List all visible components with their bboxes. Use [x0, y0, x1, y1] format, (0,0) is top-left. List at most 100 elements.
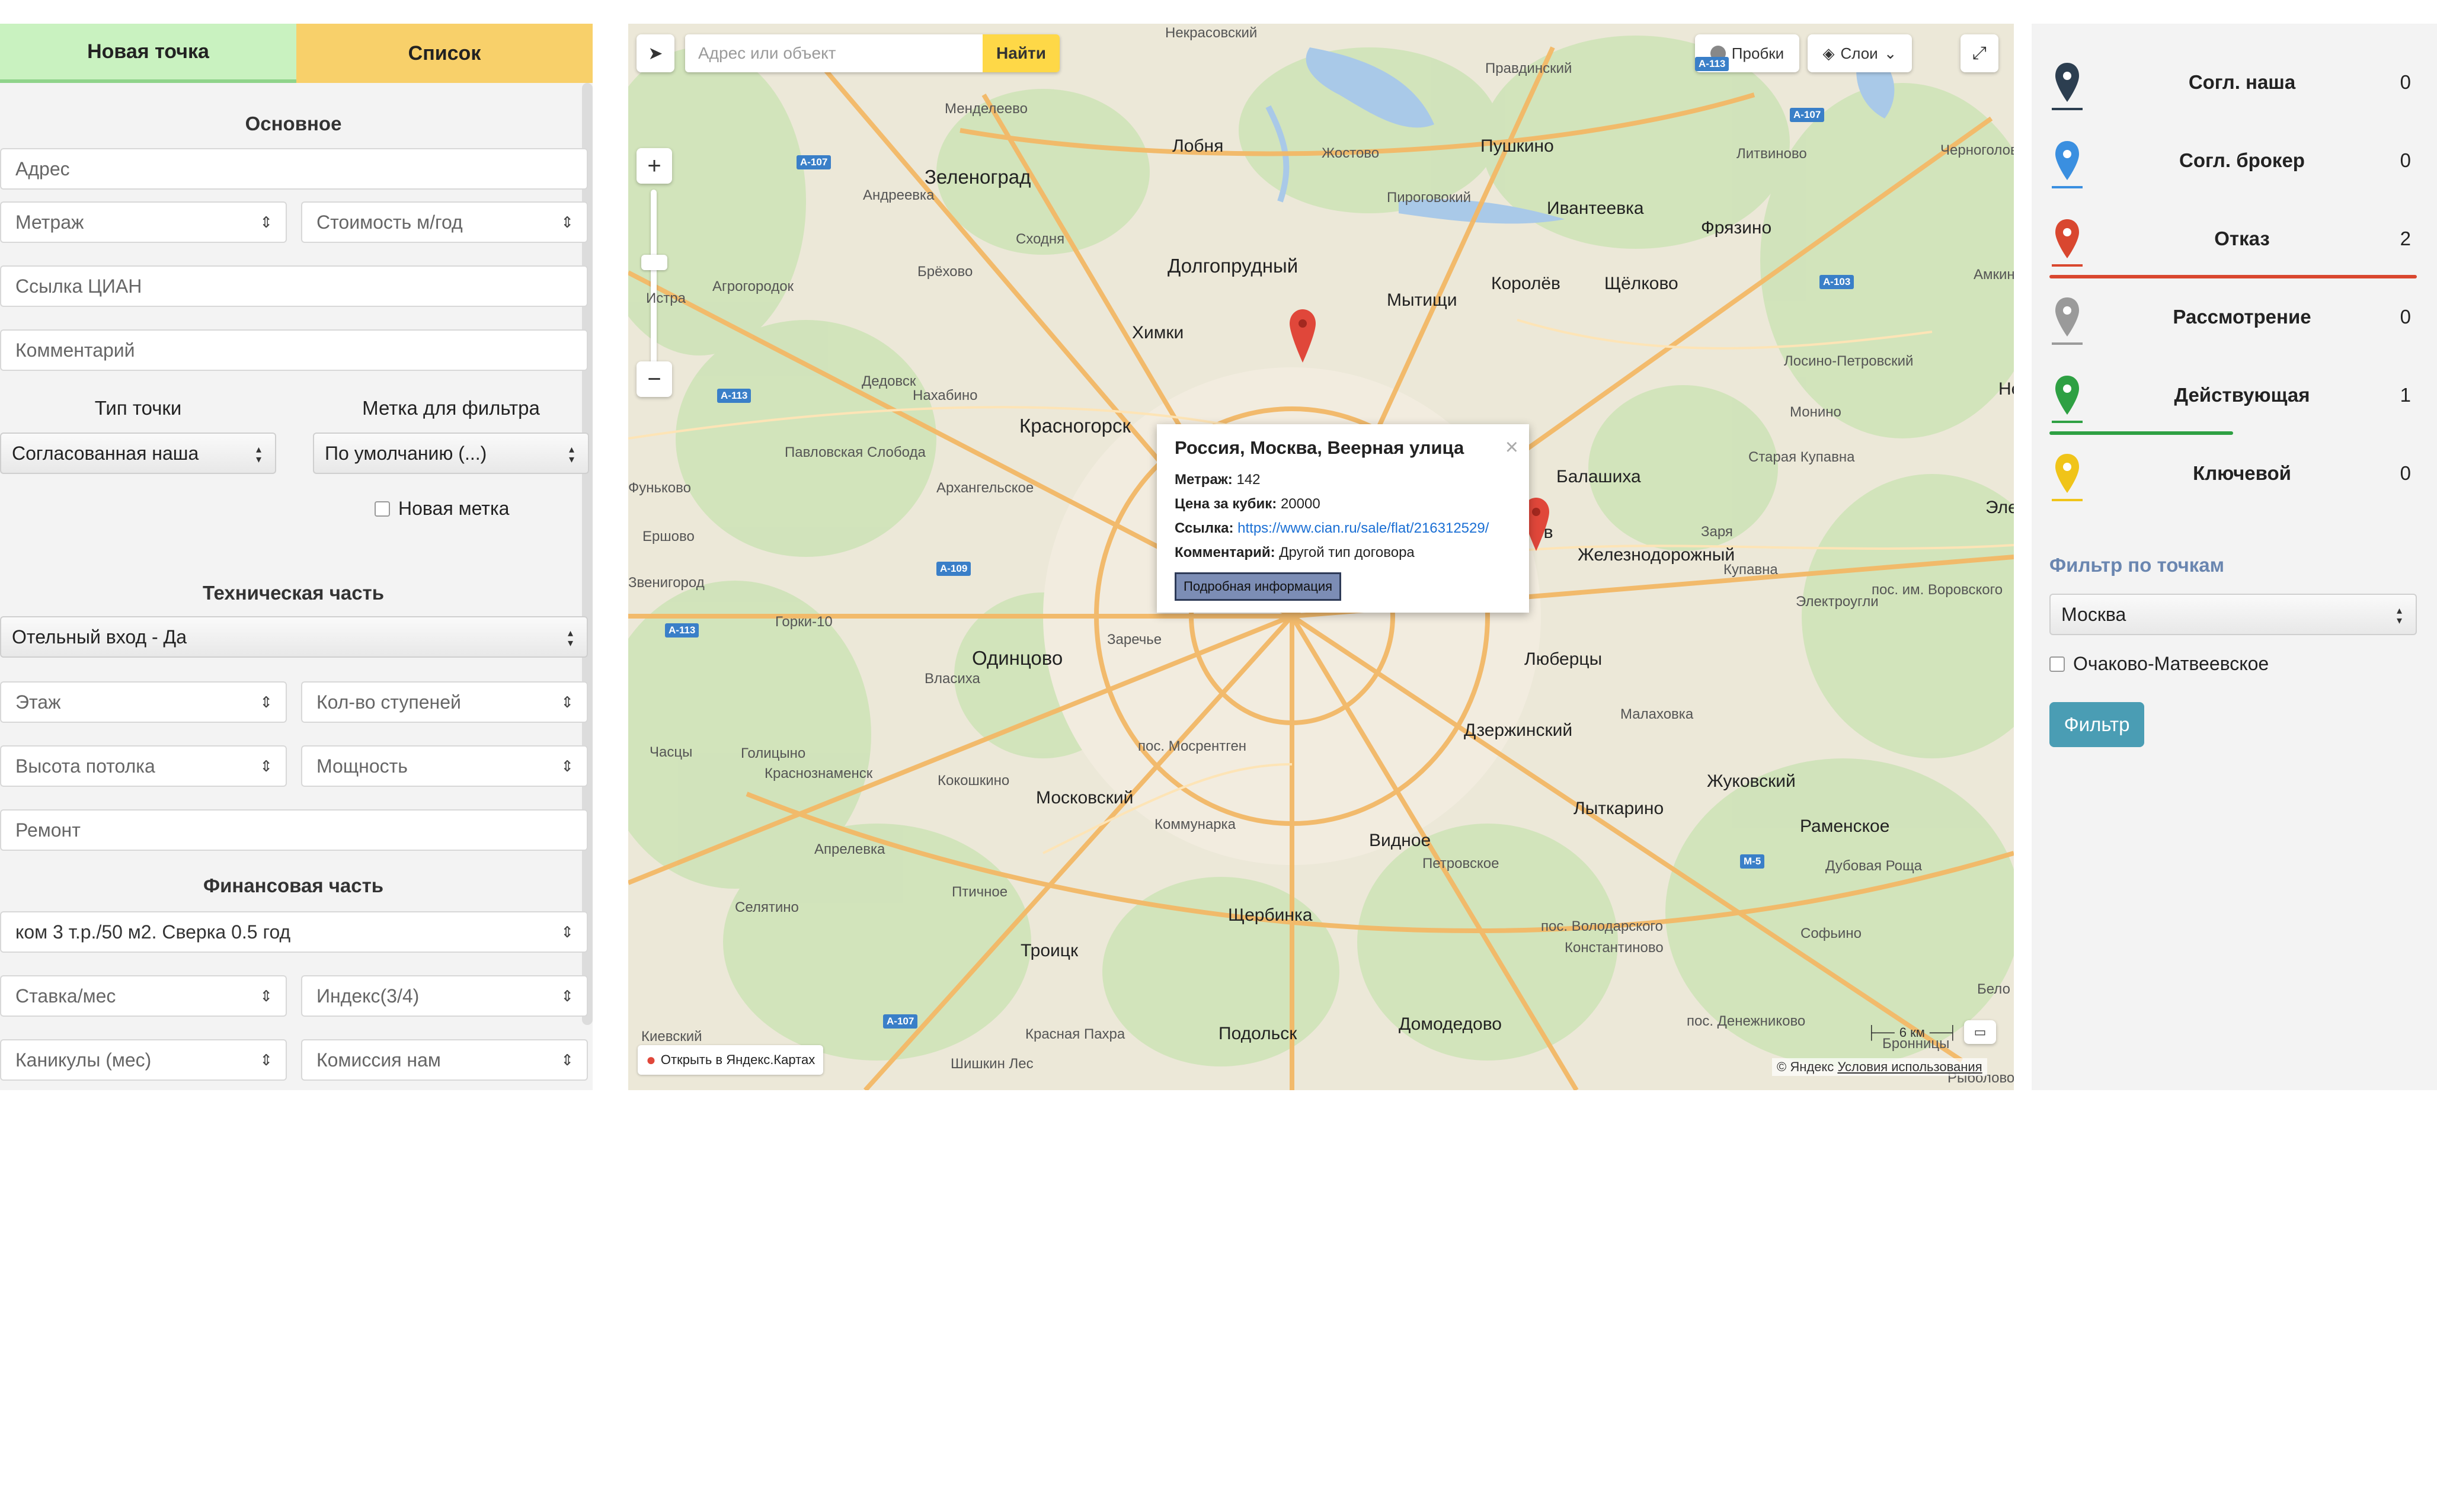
- open-in-yandex-link[interactable]: ● Открыть в Яндекс.Картах: [638, 1045, 824, 1075]
- district-checkbox[interactable]: [2049, 656, 2065, 672]
- place-label: Малаховка: [1620, 706, 1694, 722]
- fullscreen-button[interactable]: ⤢: [1961, 34, 1998, 72]
- highway-badge: A-109: [936, 562, 971, 576]
- place-label: Краснознаменск: [765, 765, 873, 781]
- place-label: Правдинский: [1485, 60, 1572, 76]
- place-label: пос. им. Воровского: [1872, 582, 2003, 598]
- zoom-slider-handle[interactable]: [641, 255, 667, 270]
- app-root: Новая точка Список Основное Адрес Метраж…: [0, 0, 2437, 1512]
- district-checkbox-row[interactable]: Очаково-Матвеевское: [2049, 653, 2269, 675]
- place-label: Селятино: [735, 899, 799, 915]
- ruler-icon: ▭: [1974, 1024, 1987, 1039]
- place-label: Андреевка: [863, 187, 935, 203]
- place-label: Пушкино: [1480, 136, 1554, 156]
- form-scroll-area: Основное Адрес Метраж Стоимость м/год Сс…: [0, 83, 593, 1090]
- balloon-link[interactable]: https://www.cian.ru/sale/flat/216312529/: [1237, 520, 1489, 536]
- red-marker-icon[interactable]: [1290, 309, 1316, 363]
- terms-link[interactable]: Условия использования: [1837, 1059, 1982, 1074]
- place-label: Архангельское: [936, 480, 1034, 496]
- legend-item-label: Согл. наша: [2188, 71, 2296, 93]
- blue-pin-icon: [2052, 141, 2083, 188]
- filter-button[interactable]: Фильтр: [2049, 702, 2144, 747]
- filter-tag-select[interactable]: По умолчанию (...): [313, 433, 589, 474]
- highway-badge: A-113: [665, 623, 699, 638]
- place-label: Жуковский: [1707, 771, 1796, 791]
- ceiling-height-input[interactable]: Высота потолка: [0, 745, 287, 787]
- holidays-input[interactable]: Каникулы (мес): [0, 1039, 287, 1081]
- finance-select[interactable]: ком 3 т.р./50 м2. Сверка 0.5 год: [0, 911, 588, 953]
- place-label: Одинцово: [972, 647, 1063, 669]
- dark-pin-icon: [2052, 63, 2083, 110]
- district-label: Очаково-Матвеевское: [2073, 653, 2269, 674]
- point-balloon: × Россия, Москва, Веерная улица Метраж: …: [1157, 424, 1529, 613]
- cost-input[interactable]: Стоимость м/год: [301, 201, 588, 243]
- place-label: Софьино: [1800, 925, 1862, 941]
- place-label: Фрязино: [1701, 218, 1772, 238]
- floor-input[interactable]: Этаж: [0, 681, 287, 723]
- index-input[interactable]: Индекс(3/4): [301, 975, 588, 1017]
- new-tag-checkbox[interactable]: [375, 501, 390, 517]
- legend-item-count: 2: [2400, 228, 2411, 249]
- place-label: Коммунарка: [1154, 816, 1236, 832]
- copyright-label: © Яндекс: [1777, 1059, 1834, 1074]
- address-input[interactable]: Адрес: [0, 148, 588, 190]
- place-label: Власиха: [925, 671, 980, 687]
- zoom-in-button[interactable]: +: [637, 148, 672, 184]
- place-label: Красная Пахра: [1025, 1026, 1125, 1042]
- map-search-button[interactable]: Найти: [983, 34, 1060, 72]
- legend-item[interactable]: Согл. брокер 0: [2049, 133, 2417, 204]
- scale-bar-end-icon: ──┤: [1929, 1025, 1958, 1040]
- zoom-slider-track[interactable]: [651, 190, 657, 367]
- place-label: Менделеево: [945, 101, 1028, 117]
- ruler-button[interactable]: ▭: [1964, 1020, 1996, 1044]
- map-search-input[interactable]: Адрес или объект: [685, 34, 983, 72]
- commission-input[interactable]: Комиссия нам: [301, 1039, 588, 1081]
- place-label: Красногорск: [1019, 415, 1131, 437]
- place-label: Дубовая Роща: [1825, 858, 1923, 874]
- tab-list[interactable]: Список: [296, 24, 593, 83]
- place-label: Зеленоград: [925, 166, 1031, 188]
- legend-item-count: 0: [2400, 306, 2411, 328]
- repair-input[interactable]: Ремонт: [0, 809, 588, 851]
- point-type-select[interactable]: Согласованная наша: [0, 433, 276, 474]
- new-tag-checkbox-row[interactable]: Новая метка: [375, 498, 509, 520]
- zoom-out-button[interactable]: −: [637, 361, 672, 397]
- balloon-comment-label: Комментарий:: [1175, 544, 1275, 560]
- legend-item[interactable]: Ключевой 0: [2049, 446, 2417, 517]
- section-title-finance: Финансовая часть: [203, 874, 384, 896]
- area-input[interactable]: Метраж: [0, 201, 287, 243]
- yandex-map[interactable]: ➤ Адрес или объект Найти Пробки ◈ Слои ⌄…: [628, 24, 2014, 1090]
- geolocation-button[interactable]: ➤: [637, 34, 674, 72]
- tab-new-point[interactable]: Новая точка: [0, 24, 296, 83]
- place-label: пос. Володарского: [1541, 918, 1663, 934]
- legend-item[interactable]: Отказ 2: [2049, 211, 2417, 282]
- legend-item[interactable]: Действующая 1: [2049, 367, 2417, 438]
- balloon-price-label: Цена за кубик:: [1175, 496, 1277, 512]
- place-label: Киевский: [641, 1029, 702, 1045]
- legend-item[interactable]: Рассмотрение 0: [2049, 289, 2417, 360]
- rate-input[interactable]: Ставка/мес: [0, 975, 287, 1017]
- plus-icon: +: [647, 152, 661, 179]
- power-input[interactable]: Мощность: [301, 745, 588, 787]
- balloon-title: Россия, Москва, Веерная улица: [1175, 437, 1464, 458]
- city-select[interactable]: Москва: [2049, 594, 2417, 635]
- place-label: Ивантеевка: [1547, 198, 1644, 218]
- entrance-select[interactable]: Отельный вход - Да: [0, 616, 588, 658]
- place-label: Апрелевка: [814, 841, 885, 857]
- place-label: Элен: [1985, 498, 2014, 517]
- filter-title: Фильтр по точкам: [2049, 554, 2225, 576]
- section-title-main: Основное: [245, 113, 342, 134]
- place-label: Ершово: [642, 528, 695, 544]
- more-info-button[interactable]: Подробная информация: [1175, 572, 1342, 601]
- close-icon[interactable]: ×: [1505, 435, 1518, 460]
- legend-item-label: Отказ: [2214, 228, 2270, 249]
- legend-panel: Фильтр по точкам Москва Очаково-Матвеевс…: [2032, 24, 2437, 1090]
- place-label: Лобня: [1172, 136, 1224, 156]
- comment-input[interactable]: Комментарий: [0, 329, 588, 371]
- steps-input[interactable]: Кол-во ступеней: [301, 681, 588, 723]
- legend-item[interactable]: Согл. наша 0: [2049, 55, 2417, 126]
- layers-label: Слои: [1840, 44, 1878, 62]
- layers-button[interactable]: ◈ Слои ⌄: [1808, 34, 1912, 72]
- place-label: Московский: [1036, 788, 1134, 808]
- cian-link-input[interactable]: Ссылка ЦИАН: [0, 265, 588, 307]
